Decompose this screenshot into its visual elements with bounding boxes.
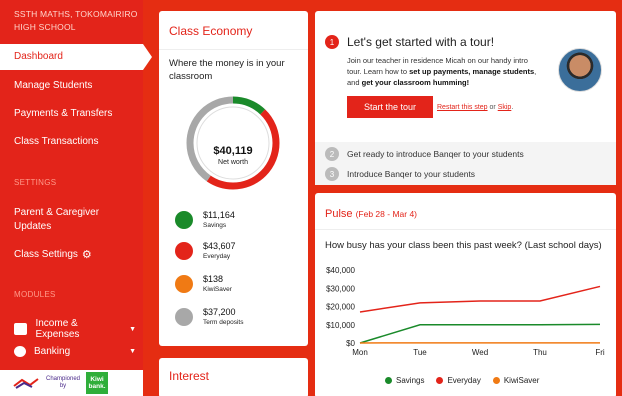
sidebar-item-label: Income & Expenses	[35, 318, 80, 340]
class-economy-card: Class Economy Where the money is in your…	[159, 11, 308, 346]
x-tick-label: Thu	[533, 348, 547, 357]
tour-card: 1 Let's get started with a tour! Join ou…	[315, 11, 616, 185]
legend-dot	[385, 377, 392, 384]
sidebar: SSTH MATHS, TOKOMAIRIRO HIGH SCHOOL Dash…	[0, 0, 152, 396]
legend-term-deposits: $37,200 Term deposits	[175, 307, 243, 327]
net-worth-label: Net worth	[218, 159, 248, 166]
legend-name: KiwiSaver	[203, 286, 232, 293]
sidebar-item-parent-caregiver-updates[interactable]: Parent & Caregiver Updates	[14, 206, 134, 234]
or-text: or	[487, 104, 498, 111]
legend-value: $43,607	[203, 241, 236, 251]
sidebar-item-label: Class Settings	[14, 249, 78, 260]
legend-kiwisaver: $138 KiwiSaver	[175, 274, 232, 294]
banqer-logo-icon	[13, 378, 39, 389]
pulse-title: Pulse	[325, 208, 353, 220]
legend-dot	[492, 377, 500, 384]
chart-legend: Savings Everyday KiwiSaver	[385, 376, 539, 385]
sidebar-item-class-settings[interactable]: Class Settings ⚙	[14, 248, 92, 261]
card-title: Interest	[169, 369, 210, 383]
legend-label: Savings	[396, 376, 425, 385]
sidebar-item-label: Dashboard	[14, 51, 63, 62]
legend-item-everyday: Everyday	[436, 376, 481, 385]
card-title: Class Economy	[169, 24, 253, 38]
kiwisaver-dot	[175, 275, 193, 293]
sidebar-item-dashboard[interactable]: Dashboard	[0, 44, 152, 70]
x-tick-label: Tue	[413, 348, 427, 357]
sidebar-item-payments-transfers[interactable]: Payments & Transfers	[14, 108, 112, 119]
tour-text-bold: set up payments, manage students	[409, 67, 535, 76]
card-title: Pulse (Feb 28 - Mar 4)	[325, 208, 417, 220]
savings-dot	[175, 211, 193, 229]
tour-step-2[interactable]: Get ready to introduce Banqer to your st…	[347, 149, 524, 159]
pulse-line-chart: $40,000 $30,000 $20,000 $10,000 $0Mon Tue Wed T…	[326, 266, 605, 357]
series-line-everyday	[359, 285, 601, 313]
gear-icon: ⚙	[81, 249, 92, 261]
start-tour-button[interactable]: Start the tour	[347, 96, 433, 118]
chevron-down-icon: ▼	[129, 348, 136, 355]
legend-value: $11,164	[203, 210, 235, 220]
pulse-date-range: (Feb 28 - Mar 4)	[355, 209, 417, 219]
y-tick-label: $40,000	[326, 266, 355, 275]
sponsor-line-1: Championed	[46, 376, 81, 382]
legend-savings: $11,164 Savings	[175, 210, 235, 230]
step-number-badge: 2	[325, 147, 339, 161]
tour-text-bold: get your classroom humming!	[361, 78, 470, 87]
piggy-bank-icon	[14, 346, 26, 357]
net-worth-donut	[186, 96, 280, 190]
step-number-badge: 1	[325, 35, 339, 49]
legend-item-savings: Savings	[385, 376, 424, 385]
divider	[315, 229, 616, 230]
legend-value: $138	[203, 274, 224, 284]
tour-description: Join our teacher in residence Micah on o…	[347, 55, 542, 88]
skip-link[interactable]: Skip	[498, 104, 512, 111]
y-tick-label: $10,000	[326, 321, 355, 330]
kiwibank-logo: Kiwi bank.	[86, 372, 109, 394]
x-tick-label: Wed	[472, 348, 488, 357]
pulse-card: Pulse (Feb 28 - Mar 4) How busy has your…	[315, 193, 616, 396]
y-tick-label: $30,000	[326, 284, 355, 293]
divider	[159, 49, 308, 50]
term-deposits-dot	[175, 308, 193, 326]
legend-name: Term deposits	[203, 319, 244, 326]
legend-dot	[436, 377, 444, 384]
card-subtitle: Where the money is in your classroom	[169, 58, 285, 82]
sidebar-item-class-transactions[interactable]: Class Transactions	[14, 136, 98, 147]
tour-step-3[interactable]: Introduce Banqer to your students	[347, 169, 475, 179]
sidebar-item-income-expenses[interactable]: Income & Expenses ▼	[14, 318, 136, 340]
x-tick-label: Fri	[595, 348, 605, 357]
period-text: .	[511, 104, 514, 111]
everyday-dot	[175, 242, 193, 260]
sponsor-line-2: by	[59, 383, 67, 389]
restart-links: Restart this step or Skip.	[437, 104, 513, 111]
y-tick-label: $0	[346, 339, 355, 348]
sponsor-bar: Championed by Kiwi bank.	[0, 370, 143, 396]
chevron-down-icon: ▼	[129, 325, 136, 333]
y-tick-label: $20,000	[326, 303, 355, 312]
series-line-savings	[359, 323, 601, 344]
sponsor-text: Championed by	[46, 376, 80, 390]
modules-heading: MODULES	[14, 290, 56, 299]
settings-heading: SETTINGS	[14, 178, 57, 187]
legend-label: Everyday	[447, 376, 481, 385]
legend-value: $37,200	[203, 307, 236, 317]
school-name: SSTH MATHS, TOKOMAIRIRO HIGH SCHOOL	[14, 9, 138, 32]
avatar	[558, 48, 602, 92]
sidebar-item-banking[interactable]: Banking ▼	[14, 346, 136, 357]
legend-everyday: $43,607 Everyday	[175, 241, 236, 261]
legend-label: KiwiSaver	[503, 376, 540, 385]
legend-name: Everyday	[203, 253, 231, 260]
step-number-badge: 3	[325, 167, 339, 181]
net-worth-value: $40,119	[213, 145, 253, 157]
donut-inner-ring	[196, 106, 270, 180]
tour-title: Let's get started with a tour!	[347, 35, 495, 49]
sidebar-item-label: Banking	[34, 346, 71, 357]
interest-card: Interest	[159, 358, 308, 396]
pulse-question: How busy has your class been this past w…	[325, 240, 602, 251]
restart-step-link[interactable]: Restart this step	[437, 104, 488, 111]
legend-item-kiwisaver: KiwiSaver	[492, 376, 540, 385]
x-tick-label: Mon	[352, 348, 368, 357]
wallet-icon	[14, 323, 28, 335]
legend-name: Savings	[203, 222, 227, 229]
sidebar-item-manage-students[interactable]: Manage Students	[14, 80, 92, 91]
